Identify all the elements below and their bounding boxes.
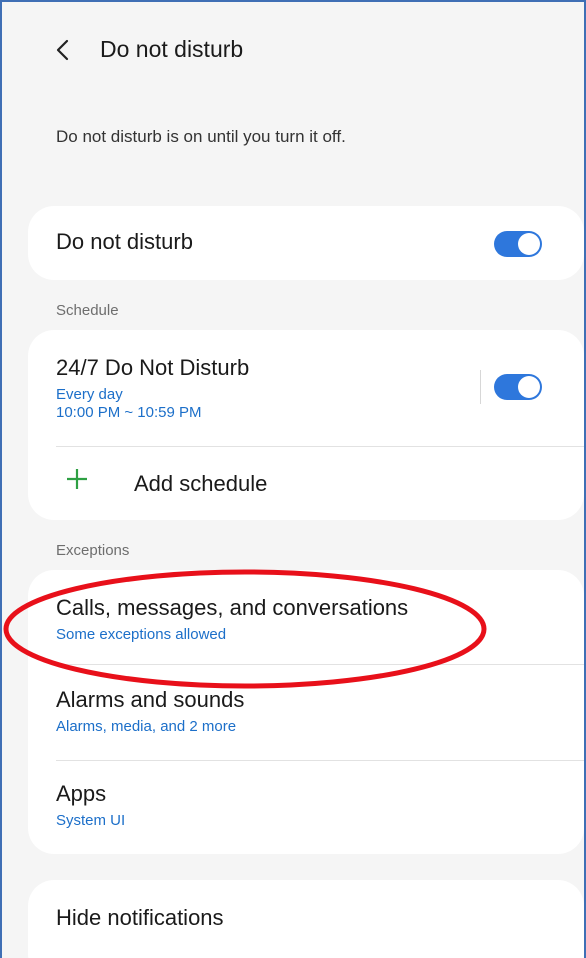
schedule-item-time: 10:00 PM ~ 10:59 PM [56, 404, 202, 421]
exception-subtitle: Alarms, media, and 2 more [56, 718, 237, 735]
status-text: Do not disturb is on until you turn it o… [56, 127, 346, 146]
hide-notifications-card: Hide notifications [28, 880, 584, 958]
back-button[interactable] [40, 28, 84, 72]
exception-title: Apps [56, 781, 107, 806]
toggle-separator [480, 370, 481, 404]
main-toggle-card: Do not disturb [28, 206, 584, 280]
divider [56, 664, 584, 665]
exception-title: Calls, messages, and conversations [56, 595, 409, 620]
screen-frame: Do not disturb Do not disturb is on unti… [0, 0, 586, 958]
exception-subtitle: Some exceptions allowed [56, 626, 227, 643]
toggle-knob [518, 376, 540, 398]
hide-notifications-label: Hide notifications [56, 905, 224, 930]
exception-title: Alarms and sounds [56, 687, 245, 712]
schedule-card: 24/7 Do Not Disturb Every day 10:00 PM ~… [28, 330, 584, 520]
add-schedule-label: Add schedule [134, 471, 268, 496]
add-schedule-button[interactable]: Add schedule [28, 470, 584, 500]
chevron-left-icon [56, 39, 69, 61]
exception-calls-messages[interactable]: Calls, messages, and conversations Some … [28, 594, 584, 652]
toggle-knob [518, 233, 540, 255]
exception-alarms-sounds[interactable]: Alarms and sounds Alarms, media, and 2 m… [28, 686, 584, 744]
exception-apps[interactable]: Apps System UI [28, 780, 584, 838]
section-label-exceptions: Exceptions [56, 542, 130, 559]
exceptions-card: Calls, messages, and conversations Some … [28, 570, 584, 854]
section-label-schedule: Schedule [56, 302, 119, 319]
divider [56, 760, 584, 761]
plus-icon [67, 469, 87, 489]
header: Do not disturb [2, 2, 584, 98]
divider [56, 446, 584, 447]
dnd-toggle-switch[interactable] [494, 231, 542, 257]
page-title: Do not disturb [100, 36, 244, 62]
exception-subtitle: System UI [56, 812, 126, 829]
hide-notifications-row[interactable]: Hide notifications [28, 904, 584, 934]
schedule-toggle-switch[interactable] [494, 374, 542, 400]
